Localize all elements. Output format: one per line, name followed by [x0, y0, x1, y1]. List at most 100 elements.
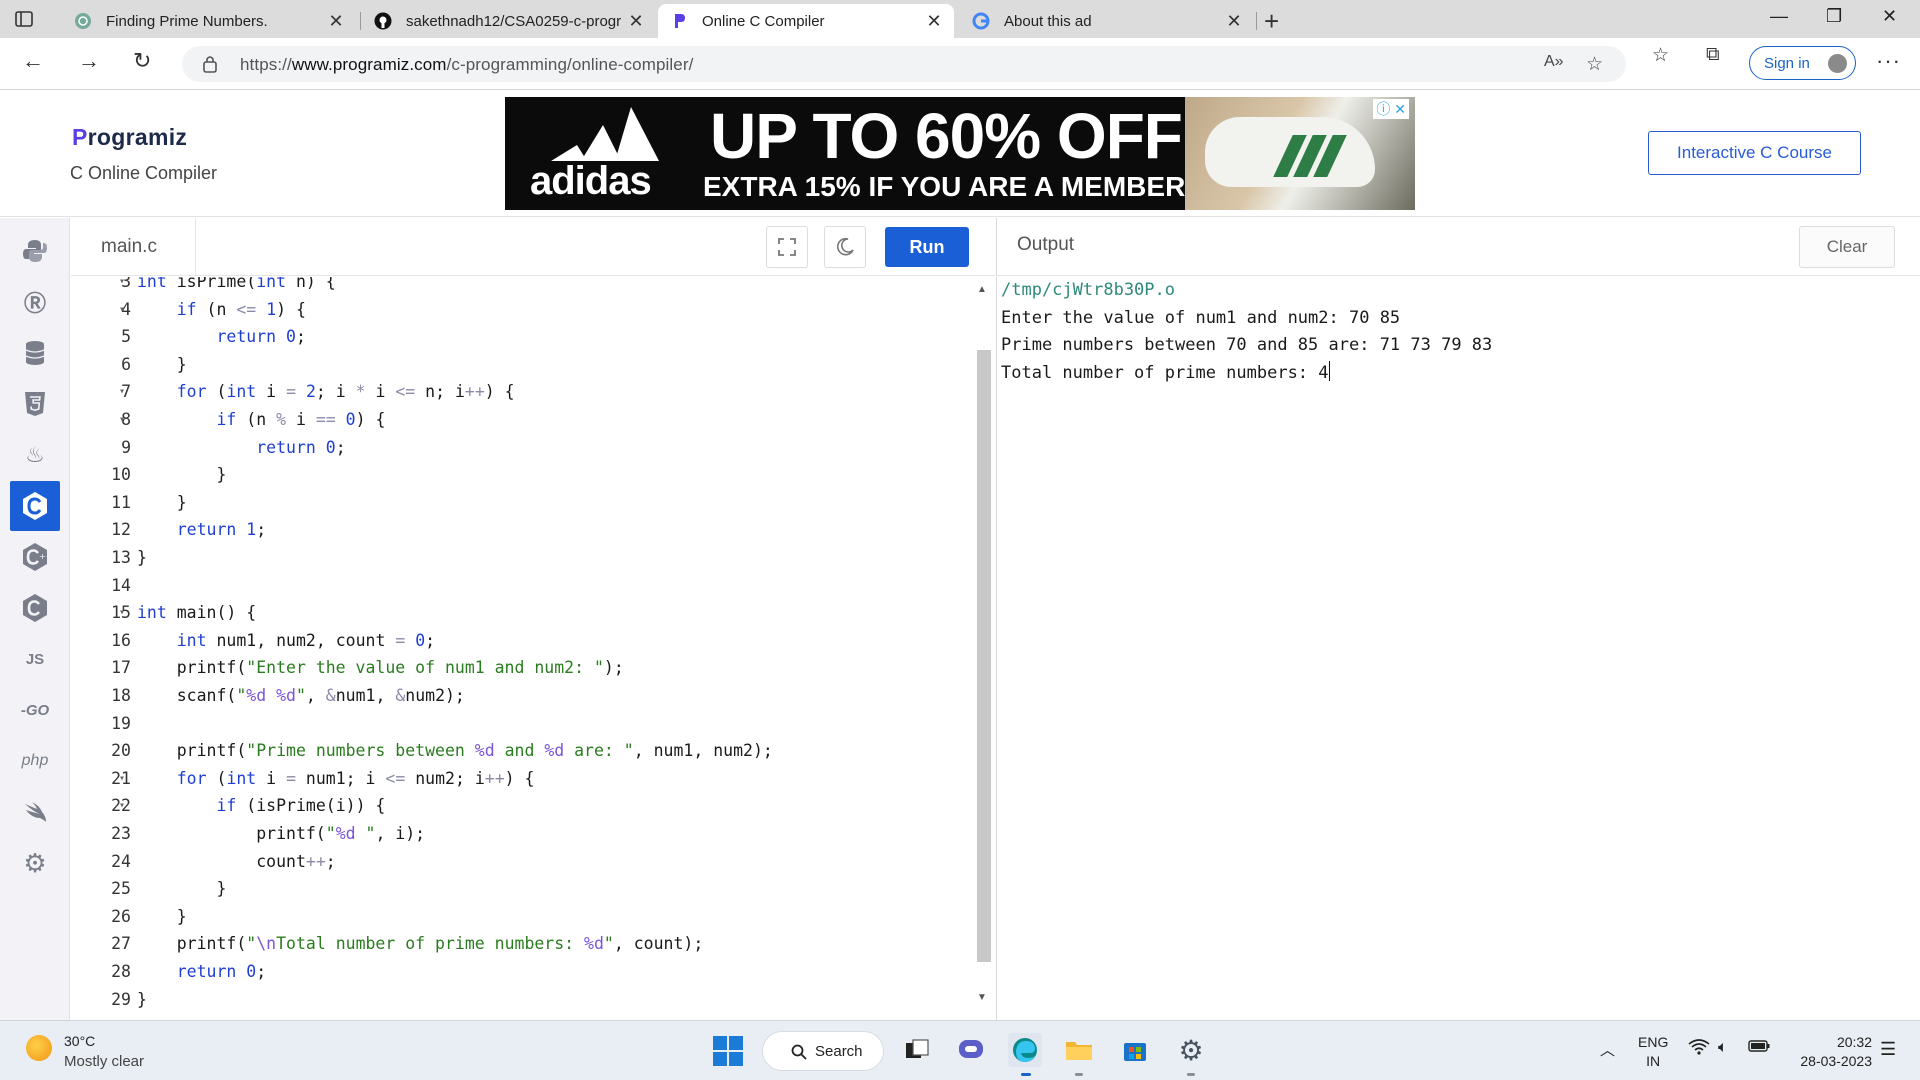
tab-actions-icon[interactable]	[14, 9, 34, 29]
cpp-icon[interactable]: ++	[10, 532, 60, 582]
tab-finding-prime-numbers[interactable]: Finding Prime Numbers. ✕	[62, 4, 356, 38]
close-tab-icon[interactable]: ✕	[1226, 11, 1242, 32]
c-language-icon[interactable]	[10, 481, 60, 531]
taskbar-clock[interactable]: 20:32 28-03-2023	[1788, 1033, 1872, 1071]
php-icon[interactable]: php	[10, 736, 60, 786]
tab-github-repo[interactable]: sakethnadh12/CSA0259-c-progr ✕	[362, 4, 656, 38]
r-language-icon[interactable]: Ⓡ	[10, 277, 60, 327]
language-sidebar: Ⓡ ♨ ++ JS -GO php ⚙	[0, 218, 70, 1020]
fold-icon: ▾	[119, 277, 126, 287]
fold-icon: ▾	[119, 303, 126, 315]
clear-button[interactable]: Clear	[1799, 226, 1895, 268]
file-explorer-icon[interactable]	[1062, 1033, 1096, 1067]
editor-toolbar: main.c Run	[71, 218, 995, 276]
more-options-icon[interactable]: ···	[1876, 48, 1901, 74]
sign-in-button[interactable]: Sign in	[1749, 46, 1856, 80]
line-number: 24	[111, 851, 131, 871]
teams-chat-icon[interactable]	[954, 1033, 988, 1067]
volume-icon[interactable]: 🔈︎	[1718, 1039, 1728, 1057]
go-language-icon[interactable]: -GO	[10, 685, 60, 735]
editor-scrollbar[interactable]	[977, 350, 991, 962]
show-hidden-icons-icon[interactable]: ︿	[1600, 1039, 1615, 1060]
line-number: 6	[121, 354, 131, 374]
line-number: 14	[111, 575, 131, 595]
adidas-ad-banner[interactable]: adidas UP TO 60% OFF EXTRA 15% IF YOU AR…	[505, 97, 1415, 210]
add-favorite-icon[interactable]: ☆	[1586, 53, 1603, 76]
fullscreen-icon[interactable]	[766, 226, 808, 268]
adidas-logo-icon	[551, 107, 659, 161]
text-cursor	[1328, 360, 1330, 381]
restore-icon[interactable]: ❐	[1826, 6, 1842, 27]
line-number: 10	[111, 465, 131, 485]
close-window-icon[interactable]: ✕	[1882, 6, 1897, 27]
weather-temperature[interactable]: 30°C	[64, 1033, 95, 1049]
reload-icon[interactable]: ↻	[133, 48, 151, 74]
tab-about-this-ad[interactable]: About this ad ✕	[960, 4, 1254, 38]
interactive-c-course-button[interactable]: Interactive C Course	[1648, 131, 1861, 175]
tab-title: Finding Prime Numbers.	[106, 12, 268, 30]
close-tab-icon[interactable]: ✕	[328, 11, 344, 32]
taskbar-search[interactable]: Search	[762, 1031, 884, 1071]
forward-icon[interactable]: →	[78, 48, 100, 74]
csharp-icon[interactable]	[10, 583, 60, 633]
address-bar[interactable]: https://www.programiz.com/c-programming/…	[182, 46, 1626, 82]
collections-icon[interactable]: ⧉	[1706, 44, 1720, 66]
line-number: 11	[111, 492, 131, 512]
battery-icon[interactable]	[1748, 1039, 1770, 1058]
profile-avatar-icon	[1828, 54, 1847, 73]
github-favicon-icon	[374, 12, 392, 30]
tab-title: Online C Compiler	[702, 12, 825, 30]
lock-icon[interactable]	[202, 54, 218, 74]
file-tab-main-c[interactable]: main.c	[71, 218, 196, 276]
favorites-icon[interactable]: ☆	[1652, 44, 1669, 67]
programiz-favicon-icon	[670, 12, 688, 30]
output-console[interactable]: /tmp/cjWtr8b30P.o Enter the value of num…	[996, 277, 1920, 1020]
sql-database-icon[interactable]	[10, 328, 60, 378]
close-tab-icon[interactable]: ✕	[926, 11, 942, 32]
fold-icon: ▾	[119, 607, 126, 619]
line-number: 16	[111, 630, 131, 650]
ad-subline: EXTRA 15% IF YOU ARE A MEMBER	[703, 171, 1186, 202]
input-language[interactable]: ENG IN	[1638, 1033, 1668, 1071]
weather-condition[interactable]: Mostly clear	[64, 1053, 144, 1070]
line-number: 28	[111, 962, 131, 981]
swift-icon[interactable]	[10, 787, 60, 837]
ad-choices-icon[interactable]: ⓘ ✕	[1373, 99, 1409, 119]
search-icon	[791, 1044, 807, 1060]
html5-icon[interactable]	[10, 379, 60, 429]
url-text: https://www.programiz.com/c-programming/…	[240, 55, 694, 74]
code-editor[interactable]: 3 ▾ int isPrime(int n) { 4 ▾ if (n <= 1) { …	[71, 277, 995, 1020]
line-number: 26	[111, 906, 131, 926]
settings-gear-icon[interactable]: ⚙	[1174, 1033, 1208, 1067]
notifications-icon[interactable]: ☰	[1880, 1039, 1896, 1060]
weather-icon[interactable]	[26, 1035, 52, 1061]
programiz-logo[interactable]: Programiz	[72, 124, 187, 151]
wifi-icon[interactable]	[1688, 1039, 1710, 1060]
minimize-icon[interactable]: —	[1770, 6, 1788, 27]
scroll-up-icon[interactable]: ▲	[977, 284, 987, 295]
task-view-icon[interactable]	[900, 1033, 934, 1067]
java-icon[interactable]: ♨	[10, 430, 60, 480]
ad-headline: UP TO 60% OFF	[710, 100, 1183, 172]
browser-tab-strip: Finding Prime Numbers. ✕ sakethnadh12/CS…	[0, 0, 1920, 38]
fold-icon: ▾	[119, 800, 126, 812]
back-icon[interactable]: ←	[22, 48, 44, 74]
dark-mode-icon[interactable]	[824, 226, 866, 268]
tab-online-c-compiler[interactable]: Online C Compiler ✕	[658, 4, 954, 38]
new-tab-icon[interactable]: +	[1264, 6, 1279, 37]
rust-icon[interactable]: ⚙	[10, 838, 60, 888]
browser-toolbar: ← → ↻ https://www.programiz.com/c-progra…	[0, 38, 1920, 90]
javascript-icon[interactable]: JS	[10, 634, 60, 684]
read-aloud-icon[interactable]: A»	[1544, 53, 1564, 71]
scroll-down-icon[interactable]: ▼	[977, 992, 987, 1003]
microsoft-store-icon[interactable]	[1118, 1033, 1152, 1067]
close-tab-icon[interactable]: ✕	[628, 11, 644, 32]
edge-browser-icon[interactable]	[1008, 1033, 1042, 1067]
line-number: 18	[111, 686, 131, 705]
start-icon[interactable]	[713, 1036, 743, 1066]
python-icon[interactable]	[10, 226, 60, 276]
ad-brand: adidas	[530, 159, 652, 203]
line-number: 29	[111, 989, 131, 1009]
tab-title: sakethnadh12/CSA0259-c-progr	[406, 12, 622, 30]
run-button[interactable]: Run	[885, 227, 969, 267]
